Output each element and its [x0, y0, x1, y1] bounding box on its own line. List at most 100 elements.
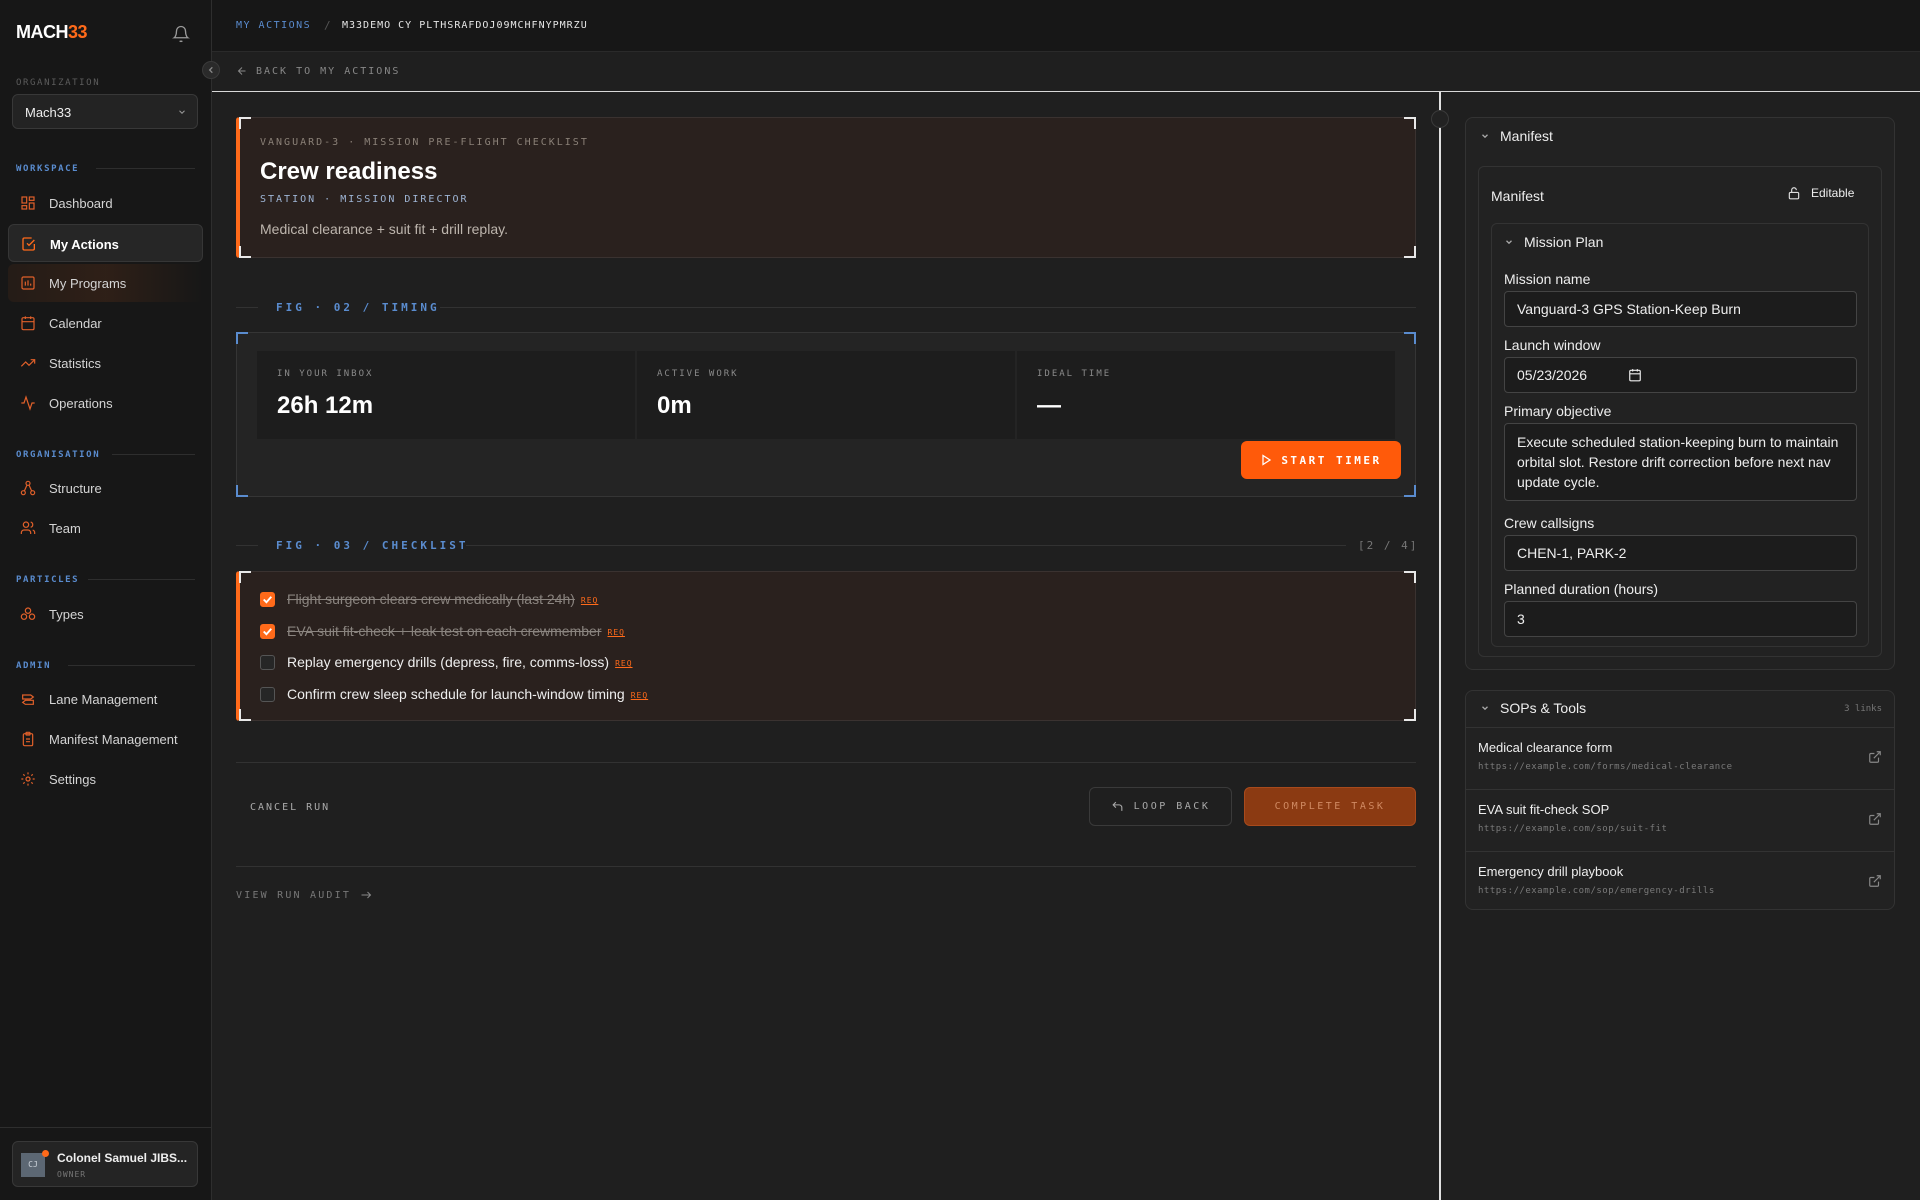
task-description: Medical clearance + suit fit + drill rep…: [260, 221, 508, 237]
required-badge: REQ: [607, 628, 625, 637]
checklist-card: Flight surgeon clears crew medically (la…: [236, 571, 1416, 721]
checkbox[interactable]: [260, 654, 275, 670]
section-particles: PARTICLES: [16, 575, 80, 585]
manifest-panel-header[interactable]: Manifest: [1480, 128, 1553, 144]
start-timer-label: START TIMER: [1281, 453, 1382, 467]
checkbox-checked[interactable]: [260, 591, 275, 607]
chevron-down-icon: [1480, 703, 1490, 713]
sop-link-url: https://example.com/forms/medical-cleara…: [1478, 762, 1733, 772]
task-eyebrow: VANGUARD-3 · MISSION PRE-FLIGHT CHECKLIS…: [260, 137, 589, 148]
sidebar-item-team[interactable]: Team: [8, 509, 203, 547]
sop-link[interactable]: Emergency drill playbook https://example…: [1466, 851, 1894, 909]
panel-splitter[interactable]: [1439, 92, 1441, 1200]
sop-link[interactable]: EVA suit fit-check SOP https://example.c…: [1466, 789, 1894, 851]
unlock-icon: [1787, 185, 1801, 201]
view-run-audit-link[interactable]: VIEW RUN AUDIT: [236, 889, 373, 901]
sops-panel-header[interactable]: SOPs & Tools: [1480, 700, 1586, 716]
stat-ideal-time: IDEAL TIME —: [1017, 351, 1395, 439]
corner-mark: [236, 485, 248, 497]
brand-logo[interactable]: MACH33: [16, 22, 88, 43]
chevron-down-icon: [1480, 131, 1490, 141]
loop-back-button[interactable]: LOOP BACK: [1089, 787, 1232, 826]
org-select[interactable]: Mach33: [12, 94, 198, 129]
user-role: OWNER: [57, 1170, 87, 1179]
stat-label: IN YOUR INBOX: [277, 369, 374, 379]
checklist-item[interactable]: Replay emergency drills (depress, fire, …: [260, 652, 633, 672]
sop-link[interactable]: Medical clearance form https://example.c…: [1466, 727, 1894, 789]
user-menu[interactable]: CJ Colonel Samuel JIBS... OWNER: [12, 1141, 198, 1187]
checklist-item-text: EVA suit fit-check + leak test on each c…: [287, 623, 602, 639]
primary-objective-textarea[interactable]: Execute scheduled station-keeping burn t…: [1504, 423, 1857, 501]
bell-icon[interactable]: [172, 25, 190, 43]
checkbox-checked[interactable]: [260, 623, 275, 639]
sidebar-item-label: Statistics: [49, 356, 102, 371]
sidebar-item-operations[interactable]: Operations: [8, 384, 203, 422]
sidebar-item-my-actions[interactable]: My Actions: [8, 224, 203, 262]
sidebar-item-structure[interactable]: Structure: [8, 469, 203, 507]
checklist-item[interactable]: EVA suit fit-check + leak test on each c…: [260, 621, 625, 641]
sops-panel: SOPs & Tools 3 links Medical clearance f…: [1465, 690, 1895, 910]
required-badge: REQ: [615, 659, 633, 668]
sidebar-item-statistics[interactable]: Statistics: [8, 344, 203, 382]
sops-count: 3 links: [1844, 704, 1882, 714]
sidebar-item-lane-management[interactable]: Lane Management: [8, 680, 203, 718]
planned-duration-input[interactable]: 3: [1504, 601, 1857, 637]
crew-callsigns-input[interactable]: CHEN-1, PARK-2: [1504, 535, 1857, 571]
divider: [236, 307, 258, 308]
sidebar-item-calendar[interactable]: Calendar: [8, 304, 203, 342]
sidebar-item-label: Structure: [49, 481, 102, 496]
stat-value: —: [1037, 392, 1061, 419]
sidebar-item-manifest-management[interactable]: Manifest Management: [8, 720, 203, 758]
sidebar-item-label: My Programs: [49, 276, 127, 291]
sidebar-item-label: Manifest Management: [49, 732, 178, 747]
arrow-right-icon: [359, 889, 373, 901]
divider: [236, 545, 258, 546]
task-subtitle: STATION · MISSION DIRECTOR: [260, 194, 469, 205]
sidebar-item-dashboard[interactable]: Dashboard: [8, 184, 203, 222]
stat-value: 26h 12m: [277, 392, 374, 419]
sidebar-item-my-programs[interactable]: My Programs: [8, 264, 203, 302]
breadcrumb-root[interactable]: MY ACTIONS: [236, 20, 311, 31]
mission-plan-header[interactable]: Mission Plan: [1504, 234, 1603, 250]
sidebar-item-label: Calendar: [49, 316, 102, 331]
back-label: BACK TO MY ACTIONS: [256, 65, 401, 77]
divider: [96, 168, 195, 169]
checklist-item[interactable]: Flight surgeon clears crew medically (la…: [260, 589, 598, 609]
corner-mark: [239, 571, 251, 583]
complete-task-button[interactable]: COMPLETE TASK: [1244, 787, 1416, 826]
stat-label: ACTIVE WORK: [657, 369, 739, 379]
sidebar-item-types[interactable]: Types: [8, 595, 203, 633]
checklist-item-text: Replay emergency drills (depress, fire, …: [287, 654, 610, 670]
cancel-run-button[interactable]: CANCEL RUN: [250, 802, 330, 813]
sidebar-item-label: Team: [49, 521, 81, 536]
checkbox[interactable]: [260, 686, 275, 702]
structure-icon: [20, 480, 36, 496]
sidebar-item-settings[interactable]: Settings: [8, 760, 203, 798]
page-title: Crew readiness: [260, 158, 438, 185]
back-link[interactable]: BACK TO MY ACTIONS: [236, 65, 400, 77]
programs-icon: [20, 275, 36, 291]
divider: [0, 1127, 212, 1128]
manifest-panel-title: Manifest: [1500, 128, 1553, 144]
external-link-icon: [1868, 812, 1882, 826]
checklist-item-text: Confirm crew sleep schedule for launch-w…: [287, 686, 625, 702]
collapse-sidebar-button[interactable]: [202, 61, 220, 79]
mission-plan-title: Mission Plan: [1524, 234, 1604, 250]
divider: [440, 307, 1416, 308]
sidebar-item-label: Dashboard: [49, 196, 113, 211]
manifest-title: Manifest: [1491, 188, 1544, 204]
start-timer-button[interactable]: START TIMER: [1241, 441, 1401, 479]
sidebar-item-label: Types: [49, 607, 84, 622]
checklist-item[interactable]: Confirm crew sleep schedule for launch-w…: [260, 684, 648, 704]
required-badge: REQ: [630, 691, 649, 700]
stat-value: 0m: [657, 392, 692, 419]
gear-icon: [20, 771, 36, 787]
divider: [236, 866, 1416, 867]
calendar-icon[interactable]: [1628, 368, 1642, 382]
corner-mark: [239, 246, 251, 258]
clipboard-icon: [20, 731, 36, 747]
splitter-handle[interactable]: [1431, 110, 1449, 128]
mission-name-input[interactable]: Vanguard-3 GPS Station-Keep Burn: [1504, 291, 1857, 327]
launch-window-input[interactable]: 05/23/2026: [1504, 357, 1857, 393]
editable-toggle[interactable]: Editable: [1787, 185, 1854, 201]
